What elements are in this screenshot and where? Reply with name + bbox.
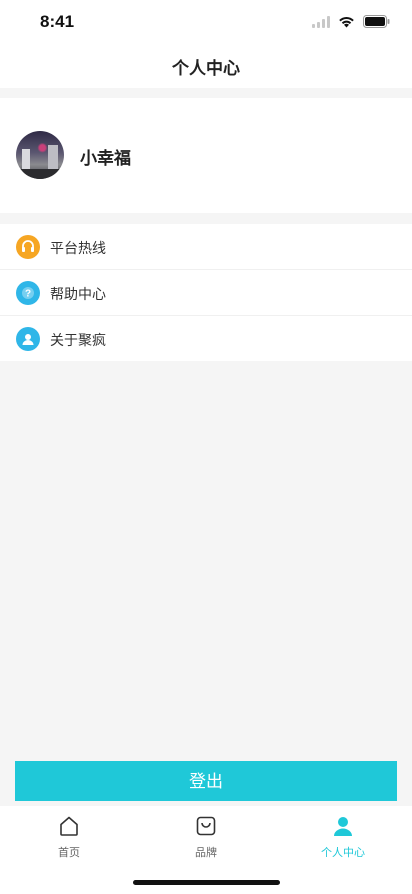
question-icon: ? (16, 281, 40, 305)
signal-icon (312, 15, 330, 28)
tab-home[interactable]: 首页 (9, 814, 129, 860)
status-bar: 8:41 (0, 0, 412, 46)
tab-profile[interactable]: 个人中心 (283, 814, 403, 860)
username: 小幸福 (80, 149, 131, 169)
tab-label: 首页 (58, 846, 80, 859)
home-icon (60, 816, 78, 836)
status-time: 8:41 (40, 12, 75, 31)
menu-item-hotline[interactable]: 平台热线 (0, 224, 412, 270)
tab-label: 品牌 (195, 846, 217, 859)
home-indicator (133, 880, 280, 885)
menu-list: 平台热线 ? 帮助中心 关于聚疯 (0, 224, 412, 361)
menu-item-about[interactable]: 关于聚疯 (0, 316, 412, 361)
tab-label: 个人中心 (321, 846, 365, 859)
menu-item-help[interactable]: ? 帮助中心 (0, 270, 412, 316)
page-title: 个人中心 (172, 59, 240, 79)
svg-text:?: ? (25, 289, 31, 300)
tab-brand[interactable]: 品牌 (146, 814, 266, 860)
menu-item-label: 关于聚疯 (50, 333, 106, 349)
profile-card[interactable]: 小幸福 (0, 98, 412, 213)
menu-item-label: 平台热线 (50, 241, 106, 257)
wifi-icon (339, 16, 354, 27)
person-icon (334, 817, 352, 836)
avatar[interactable] (16, 131, 64, 179)
headset-icon (16, 235, 40, 259)
battery-icon (363, 15, 390, 28)
logout-button[interactable]: 登出 (15, 761, 397, 801)
shopping-bag-icon (196, 816, 216, 836)
nav-bar: 个人中心 (0, 46, 412, 88)
status-icons (312, 15, 390, 28)
menu-item-label: 帮助中心 (50, 287, 106, 303)
user-icon (16, 327, 40, 351)
